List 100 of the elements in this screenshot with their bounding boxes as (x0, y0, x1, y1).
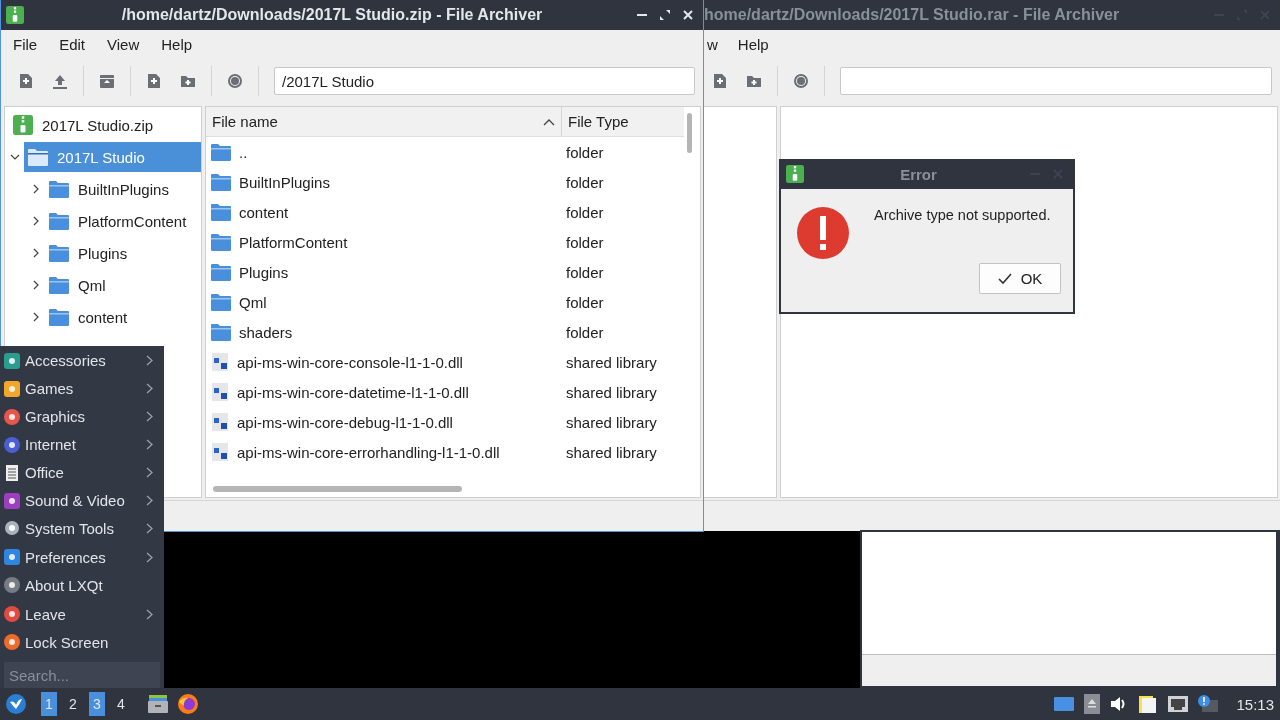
menu-item[interactable]: Leave (0, 600, 164, 629)
file-name-cell[interactable]: shaders (206, 323, 562, 341)
menu-item[interactable]: About LXQt (0, 571, 164, 600)
folder-icon (211, 323, 231, 341)
add-folder-icon[interactable] (746, 73, 762, 89)
clipboard-icon[interactable] (1138, 694, 1159, 714)
column-header[interactable]: File Type (562, 107, 684, 136)
ok-button[interactable]: OK (979, 263, 1061, 294)
window-icon[interactable] (1054, 696, 1075, 712)
add-file-icon[interactable] (712, 73, 728, 89)
menu-item[interactable]: Office (0, 458, 164, 487)
archive-icon (786, 165, 804, 183)
folder-icon (49, 244, 69, 262)
folder-icon (211, 233, 231, 251)
notification-icon[interactable] (1198, 695, 1219, 713)
file-type-cell-text: shared library (565, 413, 657, 431)
file-name-cell[interactable]: Qml (206, 293, 562, 311)
desktop-button[interactable]: 2 (65, 692, 81, 716)
sort-up-icon (543, 117, 555, 126)
folder-icon (211, 203, 231, 221)
menu-item[interactable]: Graphics (0, 402, 164, 431)
folder-icon (49, 180, 69, 198)
file-name-cell[interactable]: PlatformContent (206, 233, 562, 251)
file-type-cell-text: shared library (565, 443, 657, 461)
file-name-cell[interactable]: Plugins (206, 263, 562, 281)
menu-item[interactable]: Help (153, 35, 201, 53)
folder-icon (49, 276, 69, 294)
folder-icon (28, 148, 48, 166)
folder-icon (49, 212, 69, 230)
library-file-icon (211, 352, 229, 372)
menu-item[interactable]: Preferences (0, 543, 164, 572)
document-icon (3, 463, 21, 482)
file-name-cell[interactable]: api-ms-win-core-datetime-l1-1-0.dll (206, 382, 562, 402)
library-file-icon (211, 412, 229, 432)
error-message: Archive type not supported. (874, 207, 1052, 223)
menu-item[interactable]: Lock Screen (0, 628, 164, 657)
add-folder-icon[interactable] (180, 73, 196, 89)
scrollbar[interactable] (687, 113, 692, 153)
file-type-cell-text: shared library (565, 383, 657, 401)
library-file-icon (211, 442, 229, 462)
menu-item[interactable]: w (707, 35, 726, 53)
error-icon (796, 206, 850, 260)
file-name-cell[interactable]: api-ms-win-core-console-l1-1-0.dll (206, 352, 562, 372)
check-icon (997, 272, 1012, 285)
stop-icon[interactable] (793, 73, 809, 89)
window-title: home/dartz/Downloads/2017L Studio.rar - File Archiver (704, 6, 1121, 24)
path-field[interactable] (840, 67, 1272, 95)
file-cabinet-icon[interactable] (147, 694, 169, 714)
menu-item[interactable]: Help (729, 35, 777, 53)
library-file-icon (211, 382, 229, 402)
tree-item[interactable]: Plugins (45, 238, 201, 268)
file-name-cell[interactable]: content (206, 203, 562, 221)
search-field[interactable]: Search... (4, 662, 160, 689)
maximize-icon[interactable] (659, 9, 671, 21)
eject-icon[interactable] (1084, 694, 1101, 714)
file-name-cell[interactable]: api-ms-win-core-errorhandling-l1-1-0.dll (206, 442, 562, 462)
folder-icon (211, 263, 231, 281)
file-name-cell[interactable]: BuiltInPlugins (206, 173, 562, 191)
menu-item[interactable]: Internet (0, 430, 164, 459)
menu-item[interactable]: View (99, 35, 148, 53)
clock[interactable]: 15:13 (1236, 695, 1274, 713)
tree-item[interactable]: Qml (45, 270, 201, 300)
archive-icon (6, 6, 24, 24)
file-type-cell-text: folder (565, 203, 604, 221)
file-type-cell-text: folder (565, 293, 604, 311)
menu-item[interactable]: System Tools (0, 514, 164, 543)
file-name-cell[interactable]: .. (206, 143, 562, 161)
tree-item[interactable]: PlatformContent (45, 206, 201, 236)
archive-box-icon[interactable] (99, 73, 115, 89)
tree-item[interactable]: 2017L Studio.zip (9, 110, 201, 140)
new-file-icon[interactable] (18, 73, 34, 89)
folder-icon (49, 308, 69, 326)
file-type-cell-text: folder (565, 143, 604, 161)
upload-icon[interactable] (52, 73, 68, 89)
menu-item[interactable]: File (5, 35, 46, 53)
file-name-cell[interactable]: api-ms-win-core-debug-l1-1-0.dll (206, 412, 562, 432)
folder-icon (211, 293, 231, 311)
folder-icon (211, 173, 231, 191)
folder-icon (211, 143, 231, 161)
tree-item[interactable]: content (45, 302, 201, 332)
add-file-icon[interactable] (146, 73, 162, 89)
file-type-cell-text: folder (565, 233, 604, 251)
column-header[interactable]: File name (206, 107, 562, 136)
tree-item[interactable]: BuiltInPlugins (45, 174, 201, 204)
menu-item[interactable]: Games (0, 374, 164, 403)
menu-item[interactable]: Accessories (0, 347, 164, 375)
archive-icon (13, 115, 33, 135)
path-field[interactable]: /2017L Studio (274, 67, 695, 95)
menu-item[interactable]: Sound & Video (0, 486, 164, 515)
dialog-title: Error (899, 165, 938, 183)
menu-item[interactable]: Edit (51, 35, 94, 53)
stop-icon[interactable] (227, 73, 243, 89)
scrollbar[interactable] (213, 486, 462, 492)
file-type-cell-text: shared library (565, 353, 657, 371)
network-icon[interactable] (1168, 696, 1189, 712)
window-title: /home/dartz/Downloads/2017L Studio.zip - File Archiver (120, 6, 544, 24)
file-type-cell-text: folder (565, 323, 604, 341)
file-type-cell-text: folder (565, 173, 604, 191)
desktop-button[interactable]: 4 (113, 692, 129, 716)
file-type-cell-text: folder (565, 263, 604, 281)
